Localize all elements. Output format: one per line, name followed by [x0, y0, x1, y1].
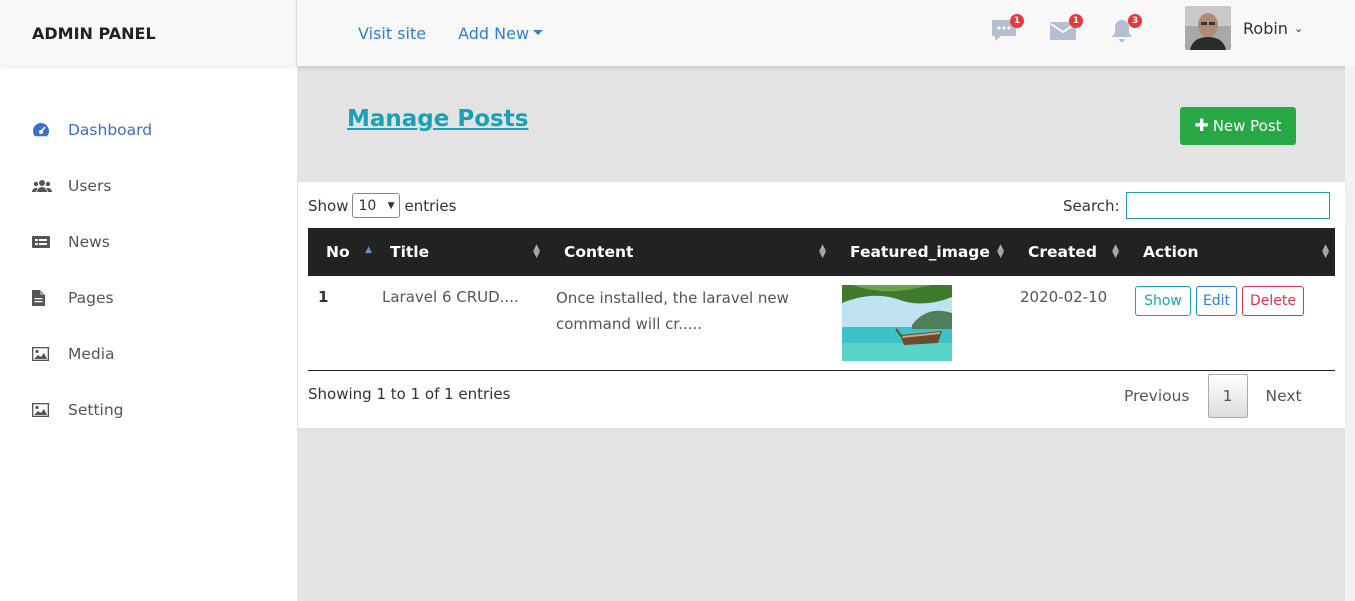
- dashboard-icon: [32, 121, 54, 139]
- sidebar-item-news[interactable]: News: [0, 214, 297, 270]
- add-new-label: Add New: [458, 23, 530, 43]
- avatar: [1185, 6, 1231, 50]
- previous-page-button[interactable]: Previous: [1124, 387, 1190, 405]
- scrollbar[interactable]: [1345, 66, 1355, 601]
- news-icon: [32, 233, 54, 251]
- add-new-dropdown[interactable]: Add New: [458, 23, 544, 43]
- new-post-label: New Post: [1212, 117, 1282, 135]
- visit-site-link[interactable]: Visit site: [358, 24, 426, 43]
- sidebar-item-label: Setting: [68, 401, 124, 419]
- entries-label: entries: [404, 196, 457, 215]
- sort-icon: ▲ ▼: [1322, 243, 1329, 260]
- plus-icon: ✚: [1194, 116, 1209, 136]
- sort-asc-icon: ▲: [365, 245, 372, 255]
- pagination: Previous 1 Next: [1124, 374, 1302, 418]
- search-control: Search:: [1063, 192, 1330, 219]
- page-icon: [32, 289, 54, 307]
- sidebar-item-label: Media: [68, 345, 115, 363]
- table-header-row: No ▲ Title ▲ ▼ Content ▲ ▼ Featured_image ▲ ▼ C…: [308, 228, 1335, 276]
- image-icon: [32, 345, 54, 363]
- sidebar-item-setting[interactable]: Setting: [0, 382, 297, 438]
- column-header-action[interactable]: Action ▲ ▼: [1125, 228, 1335, 276]
- show-button[interactable]: Show: [1135, 286, 1191, 316]
- table-info: Showing 1 to 1 of 1 entries: [308, 385, 511, 403]
- sidebar-nav: Dashboard Users News Pages Media Setting: [0, 102, 297, 438]
- column-header-featured-image[interactable]: Featured_image ▲ ▼: [832, 228, 1010, 276]
- sidebar-item-pages[interactable]: Pages: [0, 270, 297, 326]
- entries-select[interactable]: 10 ▼: [352, 193, 401, 218]
- column-header-title[interactable]: Title ▲ ▼: [372, 228, 546, 276]
- column-header-no[interactable]: No ▲: [308, 228, 372, 276]
- users-icon: [32, 177, 54, 195]
- page-title[interactable]: Manage Posts: [347, 106, 528, 132]
- sidebar-item-label: Dashboard: [68, 121, 153, 139]
- brand-title: ADMIN PANEL: [0, 0, 297, 66]
- next-page-button[interactable]: Next: [1266, 387, 1302, 405]
- caret-down-icon: [533, 29, 544, 35]
- column-header-content[interactable]: Content ▲ ▼: [546, 228, 832, 276]
- search-label: Search:: [1063, 196, 1120, 215]
- sort-icon: ▲ ▼: [1112, 243, 1119, 260]
- sort-icon: ▲ ▼: [533, 243, 540, 260]
- notification-icons: 1 1 3: [989, 0, 1142, 66]
- mail-badge: 1: [1069, 14, 1083, 28]
- messages-button[interactable]: 1: [989, 14, 1024, 48]
- featured-image-thumbnail: [842, 285, 952, 361]
- image-icon: [32, 401, 54, 419]
- page-button-1[interactable]: 1: [1207, 374, 1248, 418]
- user-name: Robin: [1243, 18, 1288, 38]
- user-menu[interactable]: Robin ⌄: [1185, 6, 1303, 50]
- entries-length-control: Show 10 ▼ entries: [308, 193, 456, 218]
- cell-no: 1: [308, 276, 372, 371]
- alerts-badge: 3: [1128, 14, 1142, 28]
- row-actions: Show Edit Delete: [1135, 286, 1335, 316]
- delete-button[interactable]: Delete: [1242, 286, 1304, 316]
- sidebar-item-label: Users: [68, 177, 112, 195]
- sidebar-item-dashboard[interactable]: Dashboard: [0, 102, 297, 158]
- sort-icon: ▲ ▼: [819, 243, 826, 260]
- sidebar: ADMIN PANEL Dashboard Users News Pages M…: [0, 0, 297, 601]
- sidebar-item-label: Pages: [68, 289, 114, 307]
- messages-badge: 1: [1010, 14, 1024, 28]
- triangle-down-icon: ▼: [387, 200, 395, 211]
- table-row: 1 Laravel 6 CRUD.... Once installed, the…: [308, 276, 1335, 371]
- posts-card: Show 10 ▼ entries Search: No ▲ Title ▲ ▼ Co…: [298, 182, 1345, 428]
- sort-icon: ▲ ▼: [997, 243, 1004, 260]
- topbar: Visit site Add New 1 1 3 Robin ⌄: [297, 0, 1355, 66]
- sidebar-item-label: News: [68, 233, 110, 251]
- entries-select-value: 10: [358, 197, 377, 214]
- cell-featured-image: [832, 276, 1010, 371]
- cell-title: Laravel 6 CRUD....: [372, 276, 546, 371]
- sidebar-item-media[interactable]: Media: [0, 326, 297, 382]
- chevron-down-icon: ⌄: [1293, 21, 1304, 35]
- column-header-created[interactable]: Created ▲ ▼: [1010, 228, 1125, 276]
- alerts-button[interactable]: 3: [1107, 14, 1142, 48]
- mail-button[interactable]: 1: [1048, 14, 1083, 48]
- cell-actions: Show Edit Delete: [1125, 276, 1335, 371]
- cell-content: Once installed, the laravel new command …: [546, 276, 832, 371]
- sidebar-item-users[interactable]: Users: [0, 158, 297, 214]
- show-label: Show: [308, 196, 349, 215]
- edit-button[interactable]: Edit: [1196, 286, 1237, 316]
- cell-created: 2020-02-10: [1010, 276, 1125, 371]
- search-input[interactable]: [1125, 192, 1330, 219]
- new-post-button[interactable]: ✚ New Post: [1180, 107, 1296, 145]
- posts-table: No ▲ Title ▲ ▼ Content ▲ ▼ Featured_image ▲ ▼ C…: [308, 228, 1335, 371]
